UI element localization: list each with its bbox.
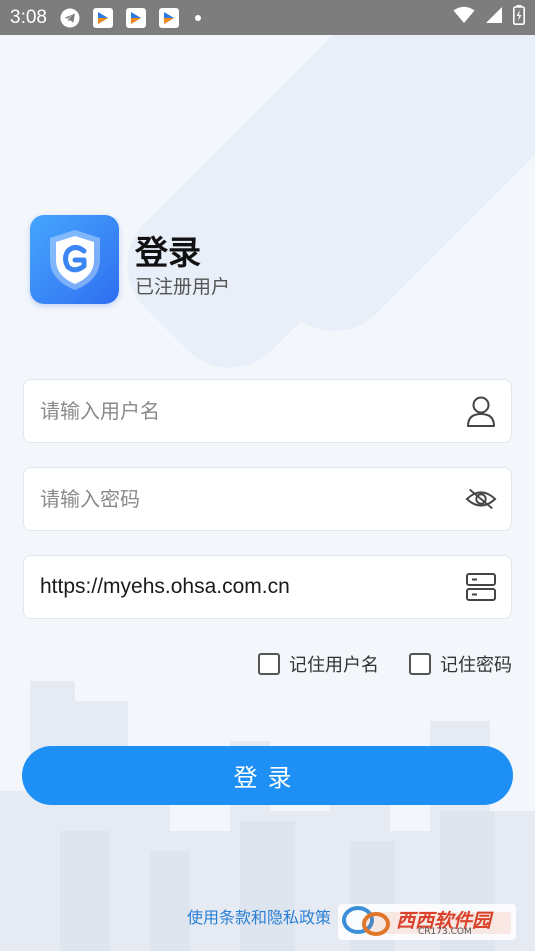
status-time: 3:08 bbox=[10, 6, 47, 28]
username-input[interactable] bbox=[40, 399, 465, 423]
password-input[interactable] bbox=[40, 487, 465, 511]
status-bar: 3:08 bbox=[0, 0, 535, 35]
remember-password-label: 记住密码 bbox=[440, 655, 512, 676]
username-field[interactable] bbox=[23, 379, 512, 443]
terms-privacy-link[interactable]: 使用条款和隐私政策 bbox=[187, 904, 331, 928]
remember-username-checkbox[interactable]: 记住用户名 bbox=[258, 651, 379, 677]
site-watermark: 西西软件园 CR173.COM bbox=[338, 902, 518, 942]
app-icon bbox=[92, 7, 114, 29]
app-logo bbox=[30, 215, 119, 304]
app-icon bbox=[158, 7, 180, 29]
signal-icon bbox=[485, 6, 503, 29]
watermark-domain: CR173.COM bbox=[418, 927, 472, 937]
remember-username-label: 记住用户名 bbox=[289, 655, 379, 676]
server-icon[interactable] bbox=[465, 571, 497, 603]
telegram-icon bbox=[59, 7, 81, 29]
user-icon bbox=[465, 395, 497, 427]
remember-options: 记住用户名 记住密码 bbox=[258, 651, 512, 677]
server-url-field[interactable] bbox=[23, 555, 512, 619]
eye-off-icon[interactable] bbox=[465, 483, 497, 515]
server-url-input[interactable] bbox=[40, 575, 465, 599]
checkbox-box[interactable] bbox=[409, 653, 431, 675]
remember-password-checkbox[interactable]: 记住密码 bbox=[409, 651, 512, 677]
shield-icon bbox=[49, 229, 100, 290]
wifi-icon bbox=[453, 6, 475, 29]
password-field[interactable] bbox=[23, 467, 512, 531]
app-icon bbox=[125, 7, 147, 29]
login-button[interactable]: 登录 bbox=[22, 746, 513, 805]
battery-icon bbox=[513, 5, 525, 30]
page-subtitle: 已注册用户 bbox=[135, 276, 231, 298]
dot-icon bbox=[194, 14, 201, 21]
checkbox-box[interactable] bbox=[258, 653, 280, 675]
page-title: 登录 bbox=[135, 233, 201, 272]
